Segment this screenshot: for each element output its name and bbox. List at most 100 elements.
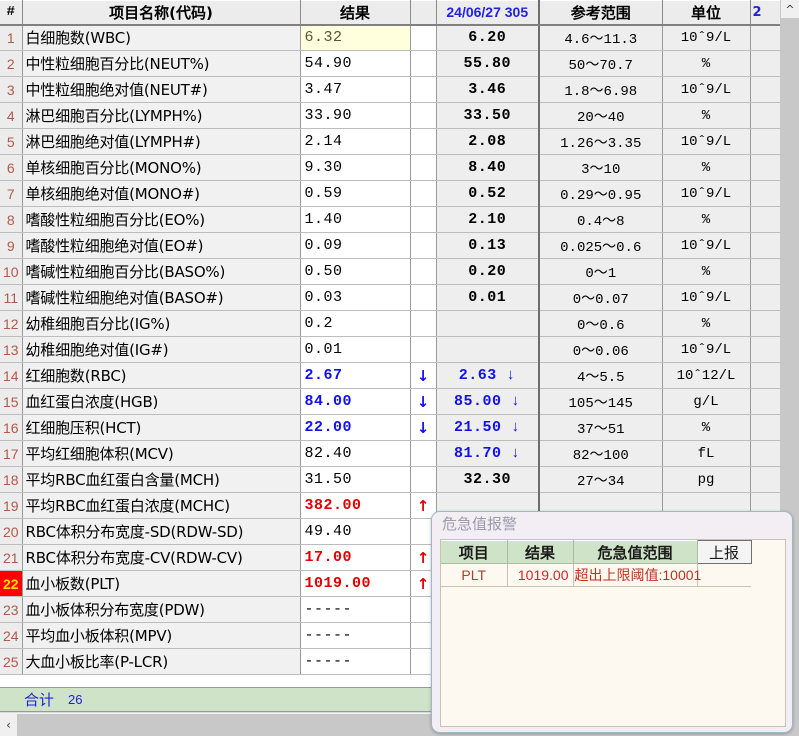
row-index-cell[interactable]: 12 (0, 311, 22, 337)
result-cell[interactable]: 0.59 (300, 181, 410, 207)
row-index-cell[interactable]: 6 (0, 155, 22, 181)
column-header-history[interactable]: 24/06/27 305 (436, 1, 539, 25)
history-result-cell[interactable]: 0.20 (436, 259, 539, 285)
result-cell[interactable]: ----- (300, 623, 410, 649)
result-cell[interactable]: ----- (300, 597, 410, 623)
table-row[interactable]: 5淋巴细胞绝对值(LYMPH#)2.142.081.26～3.3510ˆ9/L (0, 129, 781, 155)
row-index-cell[interactable]: 21 (0, 545, 22, 571)
history-result-cell[interactable]: 32.30 (436, 467, 539, 493)
row-index-cell[interactable]: 7 (0, 181, 22, 207)
history-result-cell[interactable]: 6.20 (436, 25, 539, 51)
result-cell[interactable]: 2.14 (300, 129, 410, 155)
item-name-cell[interactable]: 平均RBC血红蛋白浓度(MCHC) (22, 493, 300, 519)
row-index-cell[interactable]: 19 (0, 493, 22, 519)
column-header-index[interactable]: # (0, 1, 22, 25)
item-name-cell[interactable]: 红细胞数(RBC) (22, 363, 300, 389)
table-row[interactable]: 13幼稚细胞绝对值(IG#)0.010～0.0610ˆ9/L (0, 337, 781, 363)
table-row[interactable]: 10嗜碱性粒细胞百分比(BASO%)0.500.200～1% (0, 259, 781, 285)
item-name-cell[interactable]: 嗜酸性粒细胞绝对值(EO#) (22, 233, 300, 259)
row-index-cell[interactable]: 24 (0, 623, 22, 649)
row-index-cell[interactable]: 2 (0, 51, 22, 77)
history-result-cell[interactable]: 3.46 (436, 77, 539, 103)
column-header-flag[interactable] (410, 1, 436, 25)
column-header-result[interactable]: 结果 (300, 1, 410, 25)
result-cell[interactable]: ----- (300, 649, 410, 675)
table-row[interactable]: 1白细胞数(WBC)6.326.204.6～11.310ˆ9/L (0, 25, 781, 51)
row-index-cell[interactable]: 3 (0, 77, 22, 103)
result-cell[interactable]: 0.2 (300, 311, 410, 337)
column-header-unit[interactable]: 单位 (662, 1, 750, 25)
table-row[interactable]: 18平均RBC血红蛋白含量(MCH)31.5032.3027～34pg (0, 467, 781, 493)
row-index-cell[interactable]: 20 (0, 519, 22, 545)
column-header-item-name[interactable]: 项目名称(代码) (22, 1, 300, 25)
result-cell[interactable]: 0.03 (300, 285, 410, 311)
row-index-cell[interactable]: 23 (0, 597, 22, 623)
table-row[interactable]: 14红细胞数(RBC)2.67↓2.63 ↓4～5.510ˆ12/L (0, 363, 781, 389)
history-result-cell[interactable]: 2.08 (436, 129, 539, 155)
row-index-cell[interactable]: 22 (0, 571, 22, 597)
result-cell[interactable]: 31.50 (300, 467, 410, 493)
row-index-cell[interactable]: 16 (0, 415, 22, 441)
history-result-cell[interactable]: 81.70 ↓ (436, 441, 539, 467)
table-row[interactable]: 4淋巴细胞百分比(LYMPH%)33.9033.5020～40% (0, 103, 781, 129)
history-result-cell[interactable]: 0.01 (436, 285, 539, 311)
result-cell[interactable]: 3.47 (300, 77, 410, 103)
history-result-cell[interactable]: 0.52 (436, 181, 539, 207)
table-row[interactable]: 17平均红细胞体积(MCV)82.4081.70 ↓82～100fL (0, 441, 781, 467)
row-index-cell[interactable]: 17 (0, 441, 22, 467)
result-cell[interactable]: 84.00 (300, 389, 410, 415)
table-row[interactable]: 15血红蛋白浓度(HGB)84.00↓85.00 ↓105～145g/L (0, 389, 781, 415)
history-result-cell[interactable] (436, 311, 539, 337)
item-name-cell[interactable]: 幼稚细胞百分比(IG%) (22, 311, 300, 337)
history-result-cell[interactable]: 8.40 (436, 155, 539, 181)
item-name-cell[interactable]: 嗜碱性粒细胞绝对值(BASO#) (22, 285, 300, 311)
item-name-cell[interactable]: 嗜酸性粒细胞百分比(EO%) (22, 207, 300, 233)
result-cell[interactable]: 382.00 (300, 493, 410, 519)
table-row[interactable]: 6单核细胞百分比(MONO%)9.308.403～10% (0, 155, 781, 181)
history-result-cell[interactable]: 33.50 (436, 103, 539, 129)
item-name-cell[interactable]: 中性粒细胞绝对值(NEUT#) (22, 77, 300, 103)
result-cell[interactable]: 0.09 (300, 233, 410, 259)
row-index-cell[interactable]: 13 (0, 337, 22, 363)
table-row[interactable]: 9嗜酸性粒细胞绝对值(EO#)0.090.130.025～0.610ˆ9/L (0, 233, 781, 259)
history-result-cell[interactable]: 55.80 (436, 51, 539, 77)
row-index-cell[interactable]: 15 (0, 389, 22, 415)
result-cell[interactable]: 17.00 (300, 545, 410, 571)
column-header-reference[interactable]: 参考范围 (539, 1, 662, 25)
item-name-cell[interactable]: RBC体积分布宽度-SD(RDW-SD) (22, 519, 300, 545)
item-name-cell[interactable]: 平均红细胞体积(MCV) (22, 441, 300, 467)
result-cell[interactable]: 1019.00 (300, 571, 410, 597)
result-cell[interactable]: 9.30 (300, 155, 410, 181)
column-header-extra[interactable]: 2 (750, 1, 781, 25)
result-cell[interactable]: 49.40 (300, 519, 410, 545)
report-button[interactable]: 上报 (697, 541, 751, 564)
scroll-up-icon[interactable]: ^ (781, 0, 799, 18)
result-cell[interactable]: 22.00 (300, 415, 410, 441)
item-name-cell[interactable]: 单核细胞百分比(MONO%) (22, 155, 300, 181)
item-name-cell[interactable]: 嗜碱性粒细胞百分比(BASO%) (22, 259, 300, 285)
result-cell[interactable]: 0.01 (300, 337, 410, 363)
scroll-left-icon[interactable]: ‹ (0, 714, 17, 736)
row-index-cell[interactable]: 25 (0, 649, 22, 675)
item-name-cell[interactable]: 中性粒细胞百分比(NEUT%) (22, 51, 300, 77)
item-name-cell[interactable]: 单核细胞绝对值(MONO#) (22, 181, 300, 207)
row-index-cell[interactable]: 10 (0, 259, 22, 285)
row-index-cell[interactable]: 1 (0, 25, 22, 51)
row-index-cell[interactable]: 5 (0, 129, 22, 155)
item-name-cell[interactable]: 血小板体积分布宽度(PDW) (22, 597, 300, 623)
item-name-cell[interactable]: 红细胞压积(HCT) (22, 415, 300, 441)
item-name-cell[interactable]: 大血小板比率(P-LCR) (22, 649, 300, 675)
item-name-cell[interactable]: 血小板数(PLT) (22, 571, 300, 597)
table-row[interactable]: 16红细胞压积(HCT)22.00↓21.50 ↓37～51% (0, 415, 781, 441)
item-name-cell[interactable]: 平均血小板体积(MPV) (22, 623, 300, 649)
result-cell[interactable]: 6.32 (300, 25, 410, 51)
item-name-cell[interactable]: 幼稚细胞绝对值(IG#) (22, 337, 300, 363)
result-cell[interactable]: 54.90 (300, 51, 410, 77)
table-row[interactable]: 8嗜酸性粒细胞百分比(EO%)1.402.100.4～8% (0, 207, 781, 233)
critical-value-row[interactable]: PLT1019.00超出上限阈值:10001 (441, 564, 751, 587)
history-result-cell[interactable]: 21.50 ↓ (436, 415, 539, 441)
item-name-cell[interactable]: 白细胞数(WBC) (22, 25, 300, 51)
item-name-cell[interactable]: 平均RBC血红蛋白含量(MCH) (22, 467, 300, 493)
history-result-cell[interactable] (436, 337, 539, 363)
table-row[interactable]: 12幼稚细胞百分比(IG%)0.20～0.6% (0, 311, 781, 337)
